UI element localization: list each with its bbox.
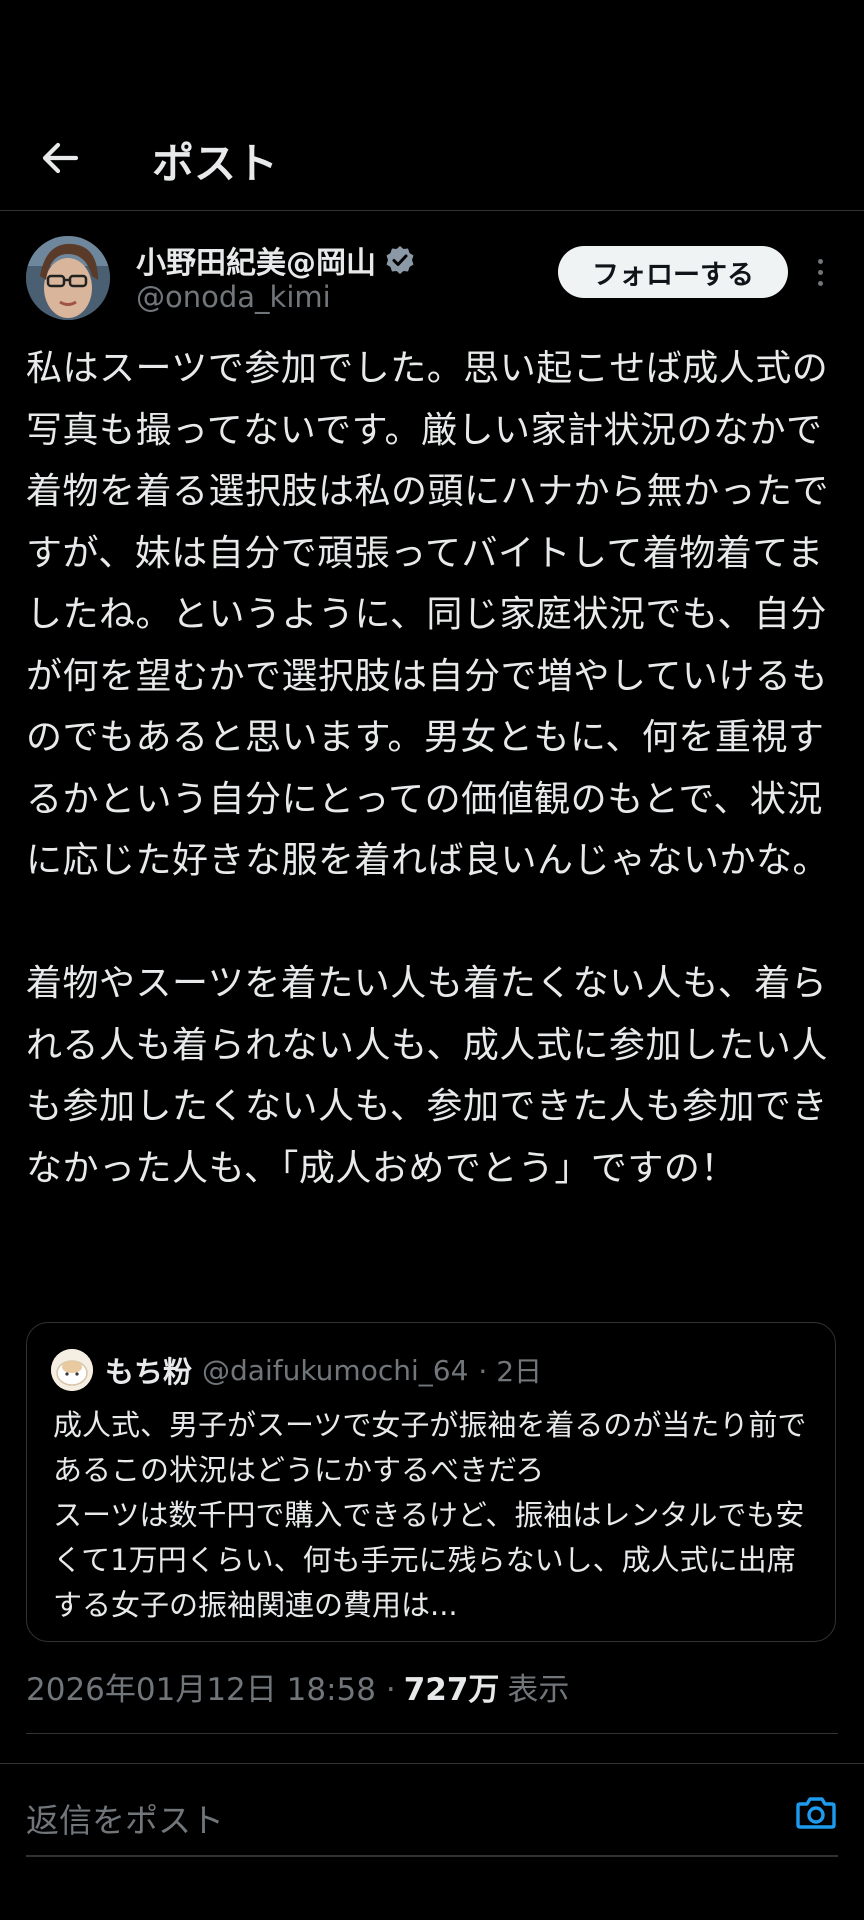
arrow-left-icon[interactable]: [36, 134, 84, 182]
author-name-row[interactable]: 小野田紀美@岡山: [136, 238, 416, 282]
reply-underline: [26, 1855, 838, 1857]
view-count-label: 表示: [507, 1672, 570, 1708]
quote-header: もち粉 @daifukumochi_64 · 2日: [105, 1349, 542, 1391]
quote-author-handle: @daifukumochi_64: [202, 1353, 469, 1387]
camera-icon[interactable]: [794, 1790, 838, 1834]
header-divider: [0, 210, 864, 211]
follow-button[interactable]: フォローする: [558, 246, 788, 298]
top-app-bar: ポスト: [0, 110, 864, 210]
reply-input[interactable]: 返信をポスト: [26, 1794, 224, 1842]
avatar[interactable]: [26, 236, 110, 320]
meta-divider: [26, 1733, 838, 1734]
author-handle[interactable]: @onoda_kimi: [136, 280, 331, 314]
quote-text: 成人式、男子がスーツで女子が振袖を着るのが当たり前であるこの状況はどうにかするべ…: [53, 1408, 807, 1622]
page-title: ポスト: [152, 139, 279, 188]
quote-avatar: [51, 1349, 93, 1391]
quoted-post[interactable]: もち粉 @daifukumochi_64 · 2日 成人式、男子がスーツで女子が…: [26, 1322, 836, 1642]
post-meta: 2026年01月12日 18:58 · 727万 表示: [26, 1664, 569, 1709]
author-name[interactable]: 小野田紀美@岡山: [136, 238, 376, 282]
post-datetime[interactable]: 2026年01月12日 18:58 ·: [26, 1664, 396, 1709]
reply-composer[interactable]: 返信をポスト: [26, 1790, 838, 1842]
view-count: 727万: [403, 1672, 500, 1708]
reply-top-divider: [0, 1763, 864, 1764]
more-options-icon[interactable]: [808, 250, 832, 294]
quote-time: · 2日: [478, 1355, 543, 1388]
post-text: 私はスーツで参加でした。思い起こせば成人式の写真も撮ってないです。厳しい家計状況…: [26, 348, 830, 1189]
quote-author-name: もち粉: [105, 1355, 193, 1389]
verified-badge-icon: [384, 244, 416, 276]
